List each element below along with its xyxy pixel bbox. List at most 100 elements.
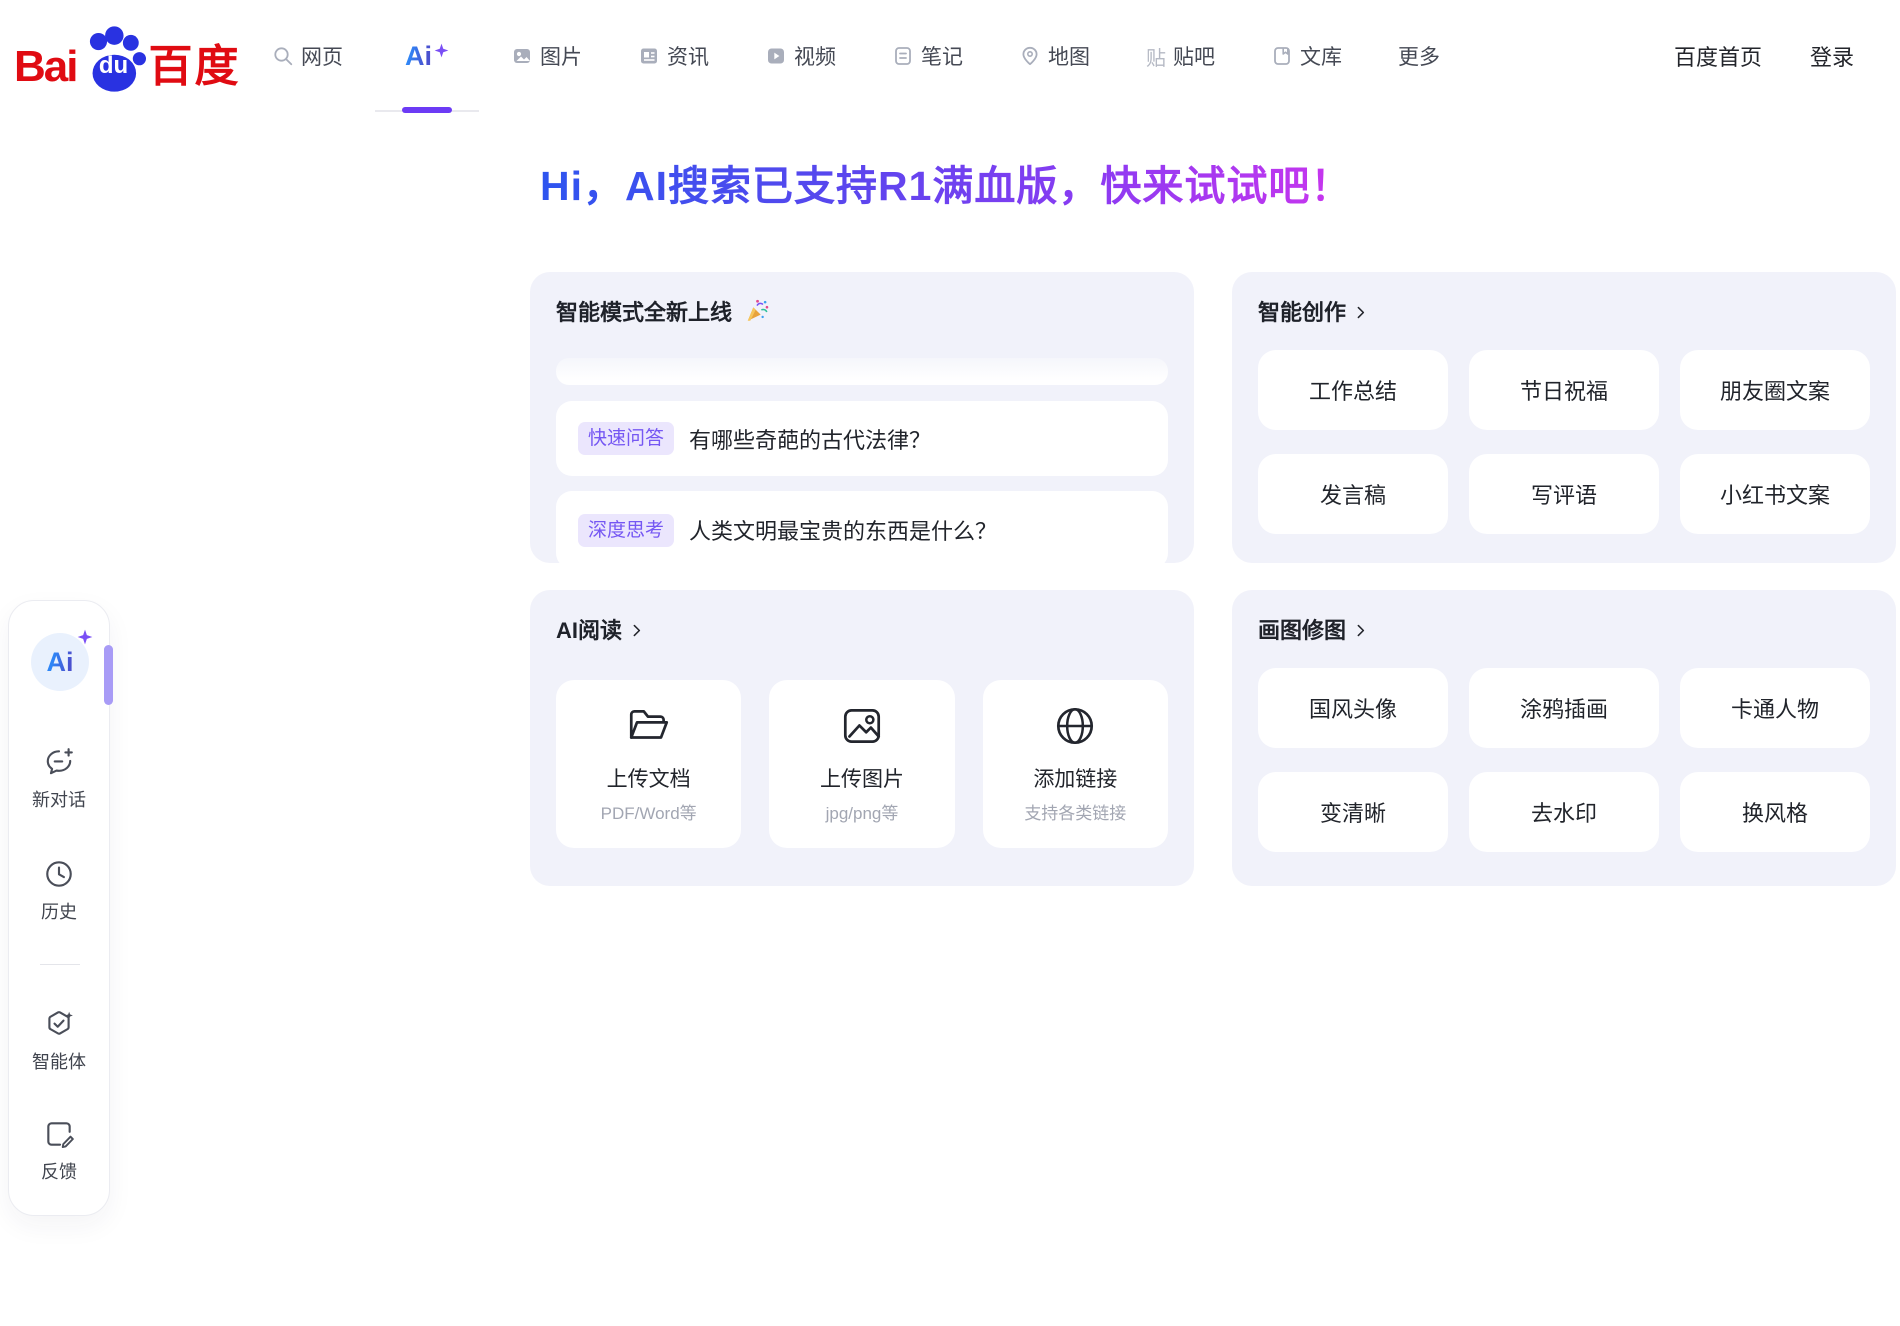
suggestion-row-partial[interactable] <box>556 358 1168 385</box>
left-sidebar: Ai 新对话 历史 智能体 反 <box>8 600 110 1216</box>
sidebar-item-label: 新对话 <box>32 786 86 812</box>
tab-video[interactable]: 视频 <box>765 41 836 71</box>
folder-open-icon <box>625 702 673 750</box>
draw-edit-card: 画图修图 国风头像 涂鸦插画 卡通人物 变清晰 去水印 换风格 <box>1232 590 1896 886</box>
chevron-right-icon <box>1352 622 1369 639</box>
tab-ai-label: Ai <box>405 41 432 72</box>
video-icon <box>765 45 787 67</box>
ai-reading-tiles: 上传文档 PDF/Word等 上传图片 jpg/png等 添加链接 <box>556 680 1168 848</box>
draw-edit-buttons: 国风头像 涂鸦插画 卡通人物 变清晰 去水印 换风格 <box>1258 668 1870 852</box>
feedback-icon <box>43 1118 75 1150</box>
upload-image-tile[interactable]: 上传图片 jpg/png等 <box>769 680 954 848</box>
sparkle-star-icon <box>434 43 449 58</box>
suggestion-text: 有哪些奇葩的古代法律？ <box>689 423 931 455</box>
ai-reading-card: AI阅读 上传文档 PDF/Word等 上传图片 <box>530 590 1194 886</box>
sidebar-item-agents[interactable]: 智能体 <box>9 1008 109 1074</box>
tab-label: 地图 <box>1048 41 1090 71</box>
tab-news[interactable]: 资讯 <box>638 41 709 71</box>
tab-more[interactable]: 更多 <box>1398 41 1440 71</box>
tile-title: 上传图片 <box>820 763 904 793</box>
tab-label: 图片 <box>540 41 582 71</box>
tab-tieba[interactable]: 贴 贴吧 <box>1146 41 1215 71</box>
tile-title: 上传文档 <box>607 763 691 793</box>
tab-webpage[interactable]: 网页 <box>272 41 343 71</box>
create-btn-write-comments[interactable]: 写评语 <box>1469 454 1659 534</box>
tab-maps[interactable]: 地图 <box>1019 41 1090 71</box>
login-link[interactable]: 登录 <box>1810 40 1854 72</box>
suggestion-row-deep-think[interactable]: 深度思考 人类文明最宝贵的东西是什么？ <box>556 491 1168 563</box>
search-icon <box>272 45 294 67</box>
nav-tabs: 网页 Ai 图片 <box>272 0 1440 112</box>
smart-create-buttons: 工作总结 节日祝福 朋友圈文案 发言稿 写评语 小红书文案 <box>1258 350 1870 534</box>
smart-mode-card: 智能模式全新上线 快速问答 有哪些奇葩的古代法律？ 深度思考 人类文明最宝贵的东… <box>530 272 1194 563</box>
suggestion-text: 人类文明最宝贵的东西是什么？ <box>689 514 997 546</box>
agent-icon <box>43 1008 75 1040</box>
party-popper-icon <box>744 298 770 324</box>
nav-links: 百度首页 登录 <box>1674 0 1854 112</box>
tab-ai[interactable]: Ai <box>399 0 455 112</box>
logo-text-bai: Bai <box>14 38 76 96</box>
history-icon <box>43 858 75 890</box>
tieba-icon: 贴 <box>1146 42 1166 71</box>
smart-create-card: 智能创作 工作总结 节日祝福 朋友圈文案 发言稿 写评语 小红书文案 <box>1232 272 1896 563</box>
logo-text-cn: 百度 <box>148 38 240 96</box>
tab-images[interactable]: 图片 <box>511 41 582 71</box>
draw-btn-guofeng-avatar[interactable]: 国风头像 <box>1258 668 1448 748</box>
card-title: AI阅读 <box>556 613 622 645</box>
tile-subtitle: 支持各类链接 <box>1024 799 1126 824</box>
sidebar-item-history[interactable]: 历史 <box>9 858 109 924</box>
create-btn-xiaohongshu[interactable]: 小红书文案 <box>1680 454 1870 534</box>
tab-notes[interactable]: 笔记 <box>892 41 963 71</box>
smart-mode-header: 智能模式全新上线 <box>556 296 1168 326</box>
sidebar-item-label: 历史 <box>41 898 77 924</box>
sidebar-item-feedback[interactable]: 反馈 <box>9 1118 109 1184</box>
create-btn-speech-draft[interactable]: 发言稿 <box>1258 454 1448 534</box>
draw-btn-change-style[interactable]: 换风格 <box>1680 772 1870 852</box>
cards-grid: 智能模式全新上线 快速问答 有哪些奇葩的古代法律？ 深度思考 人类文明最宝贵的东… <box>530 272 1896 886</box>
new-chat-icon <box>43 746 75 778</box>
draw-btn-doodle-art[interactable]: 涂鸦插画 <box>1469 668 1659 748</box>
sidebar-item-label: 智能体 <box>32 1048 86 1074</box>
create-btn-moments-copy[interactable]: 朋友圈文案 <box>1680 350 1870 430</box>
tile-subtitle: PDF/Word等 <box>601 799 697 824</box>
card-title: 智能模式全新上线 <box>556 295 732 327</box>
baidu-logo[interactable]: Bai du 百度 <box>14 24 240 96</box>
draw-btn-remove-watermark[interactable]: 去水印 <box>1469 772 1659 852</box>
tab-label: 更多 <box>1398 41 1440 71</box>
upload-document-tile[interactable]: 上传文档 PDF/Word等 <box>556 680 741 848</box>
image-icon <box>511 45 533 67</box>
sidebar-divider <box>40 964 80 965</box>
bookmark-icon <box>1271 45 1293 67</box>
chevron-right-icon <box>628 622 645 639</box>
tile-title: 添加链接 <box>1033 763 1117 793</box>
tile-subtitle: jpg/png等 <box>826 799 899 824</box>
tab-wenku[interactable]: 文库 <box>1271 41 1342 71</box>
sidebar-item-label: 反馈 <box>41 1158 77 1184</box>
sidebar-ai-text: Ai <box>47 647 74 678</box>
logo-text-du: du <box>99 52 128 80</box>
create-btn-work-summary[interactable]: 工作总结 <box>1258 350 1448 430</box>
add-link-tile[interactable]: 添加链接 支持各类链接 <box>983 680 1168 848</box>
news-icon <box>638 45 660 67</box>
note-icon <box>892 45 914 67</box>
draw-btn-sharpen[interactable]: 变清晰 <box>1258 772 1448 852</box>
sidebar-ai-logo[interactable]: Ai <box>31 633 89 691</box>
suggestion-tag: 深度思考 <box>578 514 674 547</box>
suggestion-row-quick-answer[interactable]: 快速问答 有哪些奇葩的古代法律？ <box>556 401 1168 476</box>
card-title: 画图修图 <box>1258 613 1346 645</box>
draw-edit-header[interactable]: 画图修图 <box>1258 614 1870 644</box>
suggestion-tag: 快速问答 <box>578 422 674 455</box>
tab-label: 网页 <box>301 41 343 71</box>
baidu-home-link[interactable]: 百度首页 <box>1674 40 1762 72</box>
sidebar-item-new-chat[interactable]: 新对话 <box>9 746 109 812</box>
top-nav: Bai du 百度 网页 Ai <box>0 0 1900 112</box>
baidu-paw-icon: du <box>80 24 146 96</box>
draw-btn-cartoon-figure[interactable]: 卡通人物 <box>1680 668 1870 748</box>
tab-label: 贴吧 <box>1173 41 1215 71</box>
image-icon <box>838 702 886 750</box>
create-btn-holiday-wishes[interactable]: 节日祝福 <box>1469 350 1659 430</box>
smart-create-header[interactable]: 智能创作 <box>1258 296 1870 326</box>
ai-reading-header[interactable]: AI阅读 <box>556 614 1168 644</box>
hero-title: Hi，AI搜索已支持R1满血版，快来试试吧！ <box>540 152 1352 212</box>
card-title: 智能创作 <box>1258 295 1346 327</box>
